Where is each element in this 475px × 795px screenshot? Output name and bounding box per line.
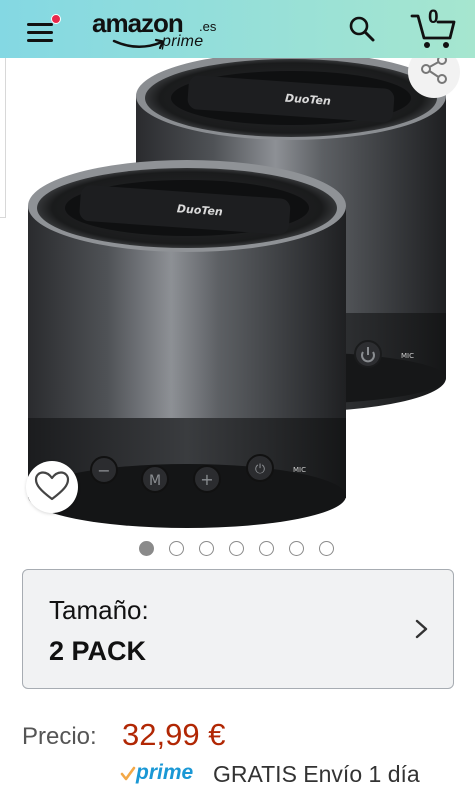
carousel-dot-2[interactable] <box>169 541 184 556</box>
prime-shipping-info: prime GRATIS Envío 1 día <box>120 760 465 790</box>
chevron-right-icon <box>415 619 428 639</box>
hamburger-menu-icon <box>27 23 53 26</box>
prime-check-icon <box>120 766 136 781</box>
app-header: amazon .es prime 0 <box>0 0 475 58</box>
search-icon <box>349 16 375 42</box>
carousel-dot-3[interactable] <box>199 541 214 556</box>
heart-icon <box>34 471 70 501</box>
carousel-pagination <box>139 541 334 556</box>
side-drawer-tab[interactable] <box>0 58 6 218</box>
carousel-dot-4[interactable] <box>229 541 244 556</box>
hamburger-menu-icon-bar <box>27 31 53 34</box>
prime-badge: prime <box>136 761 194 784</box>
speaker-button-mode: M <box>149 473 161 489</box>
logo-prime: prime <box>162 33 204 50</box>
size-variation-selector[interactable]: Tamaño: 2 PACK <box>22 569 454 689</box>
price-label: Precio: <box>22 723 97 750</box>
cart-count: 0 <box>428 7 439 28</box>
share-button[interactable] <box>408 58 460 98</box>
size-label: Tamaño: <box>49 595 149 625</box>
carousel-dot-5[interactable] <box>259 541 274 556</box>
wishlist-button[interactable] <box>26 461 78 513</box>
size-value: 2 PACK <box>49 636 147 666</box>
speaker-button-plus: + <box>200 470 213 489</box>
speaker-button-minus: − <box>97 461 110 480</box>
menu-button[interactable] <box>27 14 61 44</box>
cart-button[interactable]: 0 <box>409 7 457 50</box>
carousel-dot-7[interactable] <box>319 541 334 556</box>
hamburger-menu-icon-bar <box>27 39 53 42</box>
shipping-text: GRATIS Envío 1 día <box>213 761 420 787</box>
logo-tld: .es <box>199 19 217 34</box>
speaker-mic-label-front: MIC <box>293 466 306 474</box>
price-value: 32,99 € <box>122 717 226 752</box>
product-image-carousel[interactable]: DuoTen MIC DuoTen − M + ⏻ MIC <box>0 58 475 528</box>
search-button[interactable] <box>347 14 377 44</box>
notification-dot <box>51 14 61 24</box>
share-icon <box>421 58 447 84</box>
product-image: DuoTen MIC DuoTen − M + ⏻ MIC <box>28 58 446 528</box>
speaker-mic-label: MIC <box>401 352 414 360</box>
amazon-prime-logo[interactable]: amazon .es prime <box>92 8 232 52</box>
carousel-dot-6[interactable] <box>289 541 304 556</box>
speaker-button-power: ⏻ <box>255 462 265 477</box>
carousel-dot-1[interactable] <box>139 541 154 556</box>
